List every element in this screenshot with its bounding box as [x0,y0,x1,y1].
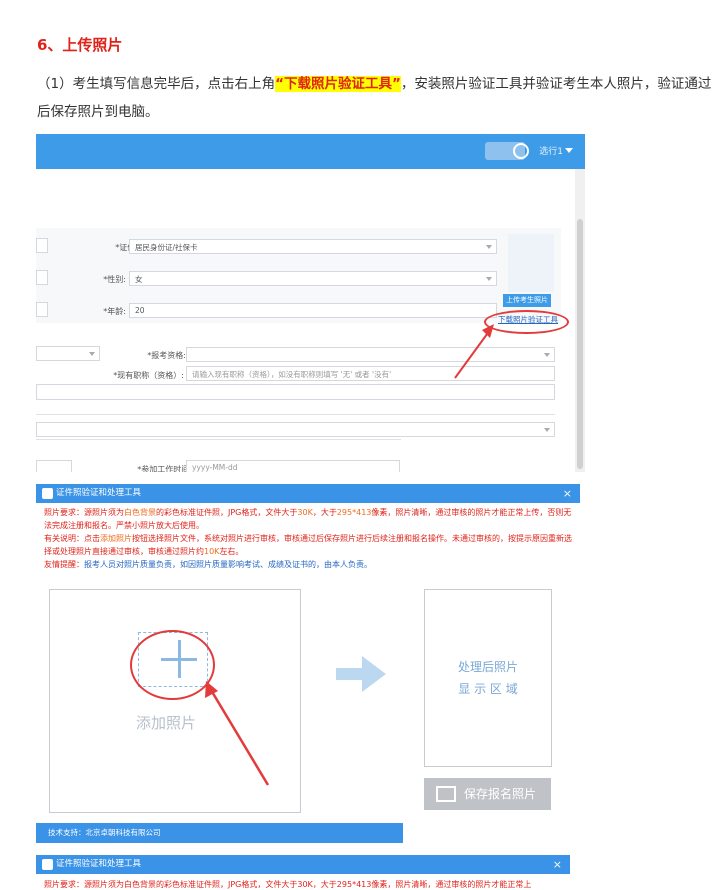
annotation-arrowhead-1 [482,324,494,338]
annotation-arrow-1 [454,329,491,379]
annotation-arrows [205,324,494,786]
annotation-arrow-2 [209,689,270,786]
annotation-arrowhead-2 [205,681,218,698]
